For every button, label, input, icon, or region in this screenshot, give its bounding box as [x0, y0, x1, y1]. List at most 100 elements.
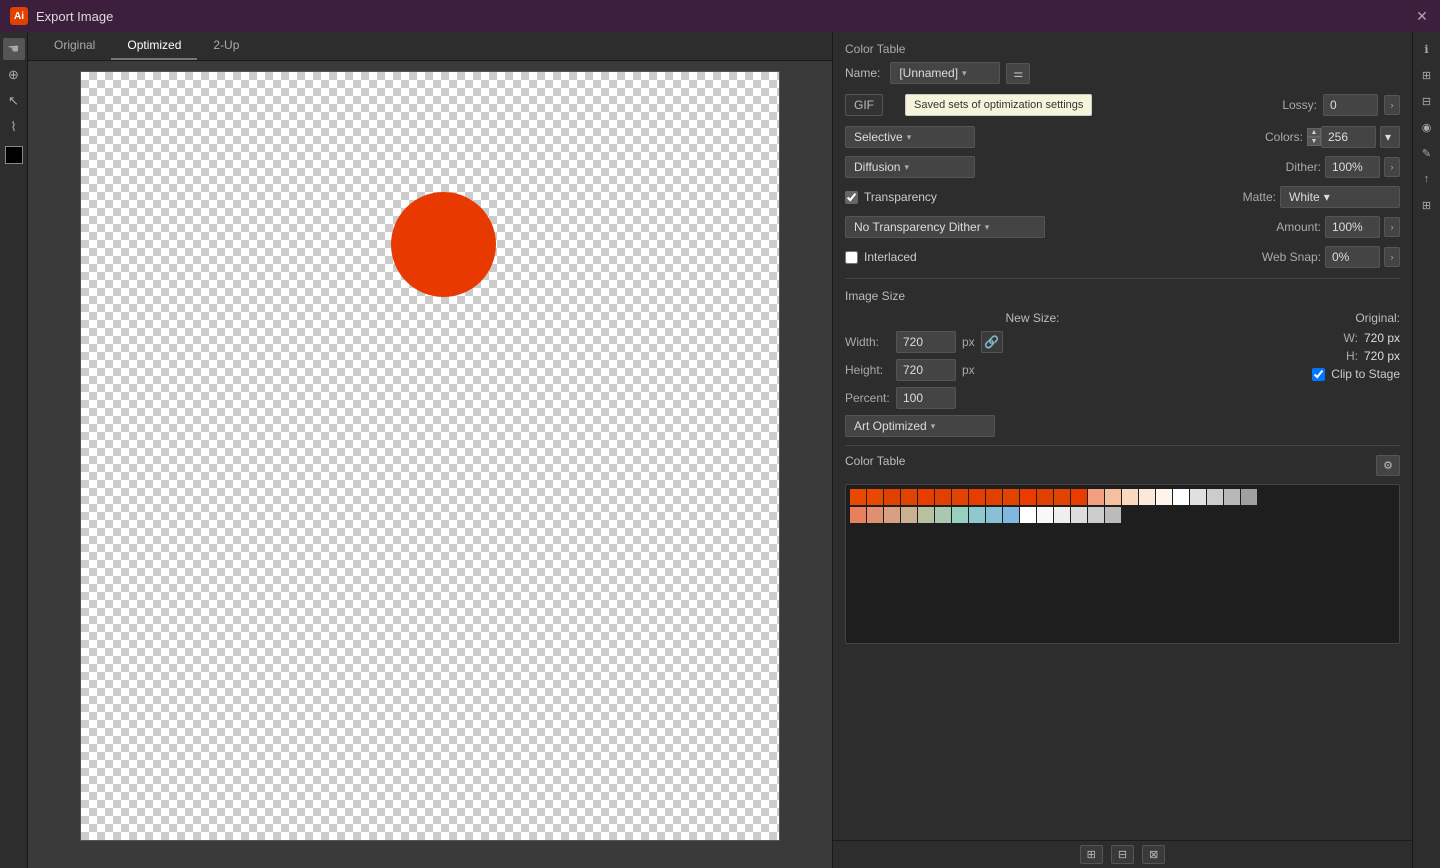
color-swatch-cell[interactable] [1105, 489, 1121, 505]
format-row: GIF Saved sets of optimization settings … [845, 94, 1400, 116]
transparency-label[interactable]: Transparency [864, 190, 937, 204]
color-swatch-cell[interactable] [1054, 489, 1070, 505]
side-info-button[interactable]: ℹ [1416, 38, 1438, 60]
side-stats-button[interactable]: ↑ [1416, 168, 1438, 190]
colors-down-button[interactable]: ▼ [1307, 137, 1321, 146]
colors-up-button[interactable]: ▲ [1307, 128, 1321, 137]
color-swatch-cell[interactable] [1105, 507, 1121, 523]
color-swatch-cell[interactable] [1241, 489, 1257, 505]
color-swatch-cell[interactable] [1156, 489, 1172, 505]
color-swatch-cell[interactable] [1224, 489, 1240, 505]
color-swatch-cell[interactable] [1020, 507, 1036, 523]
web-snap-arrow-button[interactable]: › [1384, 247, 1400, 267]
color-mode-dropdown[interactable]: Selective ▾ [845, 126, 975, 148]
color-swatch-cell[interactable] [1037, 489, 1053, 505]
colors-value[interactable]: 256 [1321, 126, 1376, 148]
interlaced-label[interactable]: Interlaced [864, 250, 917, 264]
color-swatch-cell[interactable] [1020, 489, 1036, 505]
dither-amount-arrow-button[interactable]: › [1384, 157, 1400, 177]
clip-to-stage-checkbox[interactable] [1312, 368, 1325, 381]
transparency-dither-dropdown[interactable]: No Transparency Dither ▾ [845, 216, 1045, 238]
interlaced-checkbox[interactable] [845, 251, 858, 264]
bottom-option-3[interactable]: ⊠ [1142, 845, 1165, 864]
dither-mode-dropdown[interactable]: Diffusion ▾ [845, 156, 975, 178]
preset-dropdown[interactable]: [Unnamed] ▾ [890, 62, 1000, 84]
color-swatch-cell[interactable] [1088, 489, 1104, 505]
color-swatch-cell[interactable] [901, 489, 917, 505]
color-swatch-cell[interactable] [1173, 489, 1189, 505]
colors-stepper[interactable]: ▲ ▼ [1307, 128, 1321, 146]
matte-dropdown[interactable]: White ▾ [1280, 186, 1400, 208]
lossy-arrow-button[interactable]: › [1384, 95, 1400, 115]
hand-tool-button[interactable]: ☚ [3, 38, 25, 60]
side-layers-button[interactable]: ⊞ [1416, 64, 1438, 86]
color-swatch-cell[interactable] [850, 489, 866, 505]
color-swatch-cell[interactable] [935, 489, 951, 505]
color-swatch-cell[interactable] [969, 507, 985, 523]
color-swatch-cell[interactable] [867, 507, 883, 523]
color-table-options-button[interactable]: ⚙ [1376, 455, 1400, 476]
side-brush-button[interactable]: ✎ [1416, 142, 1438, 164]
bottom-option-1[interactable]: ⊞ [1080, 845, 1103, 864]
color-swatch-cell[interactable] [1122, 489, 1138, 505]
left-toolbar: ☚ ⊕ ↖ ⌇ [0, 32, 28, 868]
color-swatch-cell[interactable] [1071, 507, 1087, 523]
color-swatch-cell[interactable] [935, 507, 951, 523]
dither-amount-value[interactable]: 100% [1325, 156, 1380, 178]
amount-value[interactable]: 100% [1325, 216, 1380, 238]
colors-type-dropdown[interactable]: ▾ [1380, 126, 1400, 148]
color-swatch-cell[interactable] [986, 489, 1002, 505]
height-row: Height: px [845, 359, 1220, 381]
color-swatch-cell[interactable] [1003, 507, 1019, 523]
tab-2up[interactable]: 2-Up [197, 32, 255, 60]
color-swatch-cell[interactable] [1207, 489, 1223, 505]
color-swatch-cell[interactable] [1190, 489, 1206, 505]
color-swatch-cell[interactable] [1037, 507, 1053, 523]
height-input[interactable] [896, 359, 956, 381]
tab-original[interactable]: Original [38, 32, 111, 60]
color-swatch-cell[interactable] [986, 507, 1002, 523]
eyedropper-tool-button[interactable]: ⌇ [3, 116, 25, 138]
dither-mode-row: Diffusion ▾ Dither: 100% › [845, 156, 1400, 178]
color-swatch-cell[interactable] [884, 489, 900, 505]
color-swatch-cell[interactable] [1139, 489, 1155, 505]
tab-optimized[interactable]: Optimized [111, 32, 197, 60]
color-swatch-cell[interactable] [901, 507, 917, 523]
transparency-checkbox[interactable] [845, 191, 858, 204]
height-unit: px [962, 363, 975, 377]
color-swatch-cell[interactable] [884, 507, 900, 523]
foreground-color-swatch[interactable] [5, 146, 23, 164]
orig-h-value: 720 px [1364, 349, 1400, 363]
color-swatch-cell[interactable] [867, 489, 883, 505]
color-swatch-cell[interactable] [1071, 489, 1087, 505]
amount-arrow-button[interactable]: › [1384, 217, 1400, 237]
color-swatch-cell[interactable] [1003, 489, 1019, 505]
canvas-viewport[interactable] [28, 61, 832, 868]
color-swatch-cell[interactable] [969, 489, 985, 505]
percent-input[interactable] [896, 387, 956, 409]
width-input[interactable] [896, 331, 956, 353]
color-swatch-cell[interactable] [850, 507, 866, 523]
clip-to-stage-label[interactable]: Clip to Stage [1331, 367, 1400, 381]
side-properties-button[interactable]: ⊟ [1416, 90, 1438, 112]
zoom-tool-button[interactable]: ⊕ [3, 64, 25, 86]
bottom-option-2[interactable]: ⊟ [1111, 845, 1134, 864]
color-swatch-cell[interactable] [1054, 507, 1070, 523]
select-tool-button[interactable]: ↖ [3, 90, 25, 112]
close-button[interactable]: ✕ [1414, 8, 1430, 24]
format-label[interactable]: GIF [845, 94, 883, 116]
web-snap-value[interactable]: 0% [1325, 246, 1380, 268]
format-tooltip: Saved sets of optimization settings [905, 94, 1092, 116]
lossy-value[interactable]: 0 [1323, 94, 1378, 116]
color-swatch-cell[interactable] [952, 507, 968, 523]
color-swatch-cell[interactable] [918, 489, 934, 505]
algorithm-dropdown[interactable]: Art Optimized ▾ [845, 415, 995, 437]
matte-value: White [1289, 190, 1320, 204]
preset-options-button[interactable]: ⚌ [1006, 63, 1030, 84]
side-color-button[interactable]: ◉ [1416, 116, 1438, 138]
color-swatch-cell[interactable] [918, 507, 934, 523]
color-swatch-cell[interactable] [952, 489, 968, 505]
link-aspect-ratio-button[interactable]: 🔗 [981, 331, 1003, 353]
side-grid-button[interactable]: ⊞ [1416, 194, 1438, 216]
color-swatch-cell[interactable] [1088, 507, 1104, 523]
